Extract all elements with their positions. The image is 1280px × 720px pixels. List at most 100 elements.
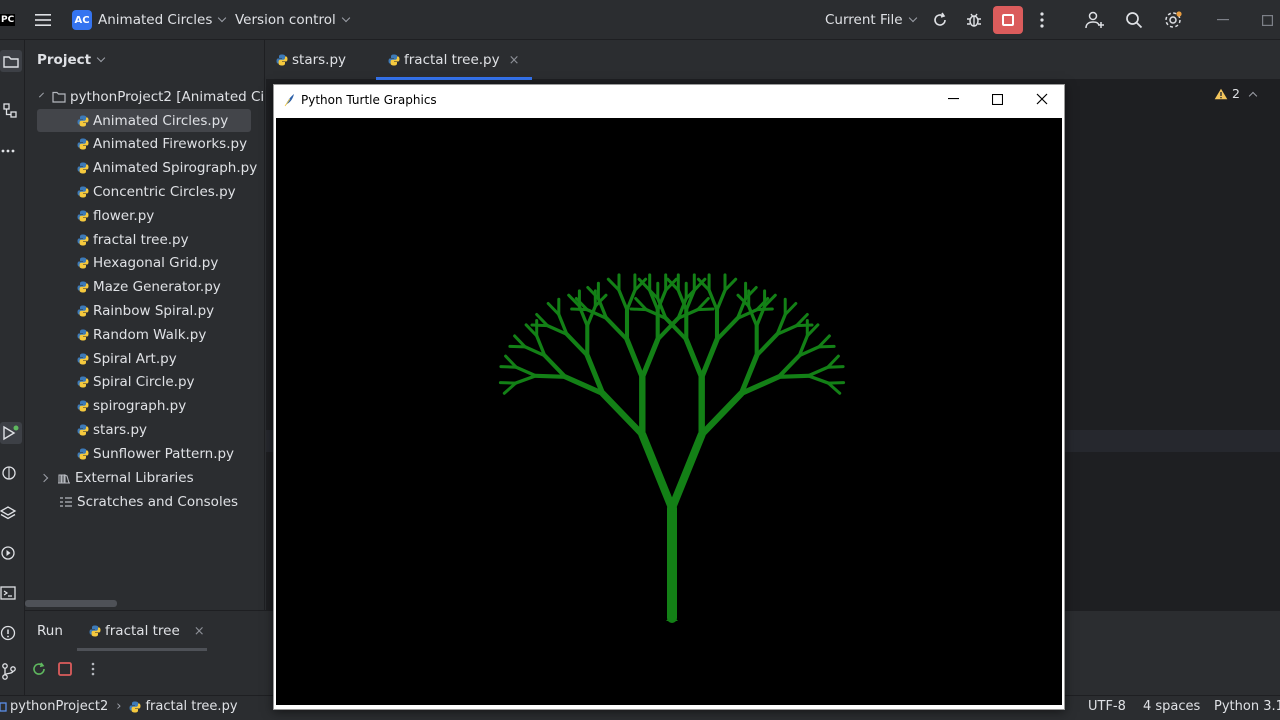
turtle-window-titlebar[interactable]: Python Turtle Graphics (274, 85, 1064, 115)
tree-root-folder[interactable]: pythonProject2 [Animated Circ (25, 85, 264, 108)
run-tab-label: fractal tree (105, 623, 180, 639)
breadcrumb-file[interactable]: fractal tree.py (145, 699, 237, 714)
version-control-tool-icon[interactable] (0, 660, 22, 682)
close-icon[interactable]: × (194, 624, 205, 639)
file-encoding[interactable]: UTF-8 (1088, 699, 1126, 714)
more-tools-icon[interactable] (0, 140, 22, 162)
tab-stars[interactable]: stars.py (276, 40, 346, 80)
chevron-down-icon (218, 13, 227, 23)
tree-branch (723, 277, 738, 292)
close-icon[interactable]: × (509, 53, 520, 68)
tree-branch (586, 286, 600, 300)
chevron-down-icon (341, 13, 350, 23)
python-packages-icon[interactable] (0, 462, 22, 484)
stop-icon[interactable] (57, 661, 73, 677)
tree-file-item[interactable]: Concentric Circles.py (25, 180, 264, 203)
tree-file-item[interactable]: Rainbow Spiral.py (25, 299, 264, 322)
chevron-up-icon[interactable] (1248, 91, 1258, 100)
tree-file-label: Animated Spirograph.py (93, 160, 258, 177)
tree-file-item[interactable]: Animated Circles.py (37, 109, 251, 132)
tree-branch (754, 332, 780, 358)
stop-icon (1002, 14, 1014, 26)
python-file-icon (276, 54, 288, 66)
version-control-label: Version control (235, 12, 336, 28)
run-tab-fractal-tree[interactable]: fractal tree × (89, 623, 205, 639)
tree-file-label: spirograph.py (93, 398, 187, 415)
python-file-icon (89, 625, 101, 637)
debug-bug-icon[interactable] (961, 8, 987, 32)
add-user-icon[interactable] (1082, 8, 1108, 32)
tree-file-item[interactable]: Animated Fireworks.py (25, 133, 264, 156)
tree-scratches-consoles[interactable]: Scratches and Consoles (25, 490, 264, 513)
close-icon[interactable] (1020, 85, 1064, 113)
maximize-icon[interactable] (975, 85, 1019, 113)
tab-fractal-tree[interactable]: fractal tree.py × (376, 40, 532, 80)
tree-file-label: Animated Fireworks.py (93, 136, 248, 153)
breadcrumb-project[interactable]: pythonProject2 (10, 699, 108, 714)
project-square-icon (0, 701, 7, 712)
python-interpreter[interactable]: Python 3.1 (1214, 699, 1280, 714)
more-vertical-icon[interactable] (1029, 8, 1055, 32)
project-panel-header[interactable]: Project (37, 52, 106, 68)
minimize-icon[interactable] (931, 85, 975, 113)
problems-icon[interactable] (0, 622, 22, 644)
tree-file-item[interactable]: stars.py (25, 418, 264, 441)
tree-file-item[interactable]: Random Walk.py (25, 323, 264, 346)
python-file-icon (129, 701, 141, 712)
tree-file-item[interactable]: fractal tree.py (25, 228, 264, 251)
tree-file-item[interactable]: Hexagonal Grid.py (25, 252, 264, 275)
ide-logo[interactable]: PC (0, 0, 16, 40)
inspection-warnings[interactable]: 2 (1214, 86, 1258, 101)
feather-icon (284, 94, 294, 107)
run-config-selector[interactable]: Current File (825, 0, 917, 40)
tree-branch (744, 286, 758, 300)
minimize-icon[interactable] (1210, 8, 1236, 32)
more-vertical-icon[interactable] (91, 662, 95, 676)
services-icon[interactable] (0, 542, 22, 564)
project-switcher[interactable]: AC Animated Circles (72, 0, 227, 40)
python-file-icon (388, 54, 400, 66)
python-file-icon (77, 138, 89, 150)
tree-file-label: stars.py (93, 421, 148, 438)
search-icon[interactable] (1121, 8, 1147, 32)
tree-branch (502, 381, 518, 395)
stop-button[interactable] (993, 6, 1023, 34)
maximize-icon[interactable] (1254, 8, 1280, 32)
tree-branch (715, 288, 727, 312)
tree-file-item[interactable]: Spiral Art.py (25, 347, 264, 370)
tree-external-libraries[interactable]: External Libraries (25, 466, 264, 489)
indent-setting[interactable]: 4 spaces (1143, 699, 1200, 714)
folder-icon (52, 91, 66, 103)
terminal-icon[interactable] (0, 582, 22, 604)
turtle-canvas[interactable] (276, 118, 1062, 705)
tree-file-item[interactable]: Spiral Circle.py (25, 371, 264, 394)
turtle-window-title: Python Turtle Graphics (301, 93, 437, 107)
tree-file-item[interactable]: spirograph.py (25, 395, 264, 418)
run-config-label: Current File (825, 12, 903, 28)
rerun-icon[interactable] (927, 8, 953, 32)
tree-file-item[interactable]: Sunflower Pattern.py (25, 442, 264, 465)
run-tool-icon[interactable] (0, 422, 22, 444)
settings-gear-icon[interactable] (1160, 8, 1186, 32)
tree-branch (498, 381, 518, 385)
structure-icon[interactable] (0, 100, 22, 122)
tree-branch (604, 316, 630, 342)
tree-file-label: flower.py (93, 207, 155, 224)
tree-file-item[interactable]: flower.py (25, 204, 264, 227)
title-bar: PC AC Animated Circles Version control C… (0, 0, 1280, 40)
tree-file-item[interactable]: Animated Spirograph.py (25, 157, 264, 180)
version-control-menu[interactable]: Version control (235, 0, 350, 40)
project-tool-folder-icon[interactable] (0, 50, 22, 72)
tree-branch (698, 390, 745, 438)
tree-file-item[interactable]: Maze Generator.py (25, 276, 264, 299)
run-tab-underline (77, 648, 207, 651)
chevron-down-icon (908, 13, 917, 23)
layers-icon[interactable] (0, 502, 22, 524)
hamburger-menu-icon[interactable] (30, 8, 56, 32)
rerun-icon[interactable] (31, 661, 47, 677)
tree-branch (795, 323, 814, 328)
left-tool-strip (0, 40, 25, 695)
python-file-icon (77, 162, 89, 174)
chevron-down-icon (96, 53, 106, 63)
horizontal-scrollbar[interactable] (25, 600, 117, 607)
